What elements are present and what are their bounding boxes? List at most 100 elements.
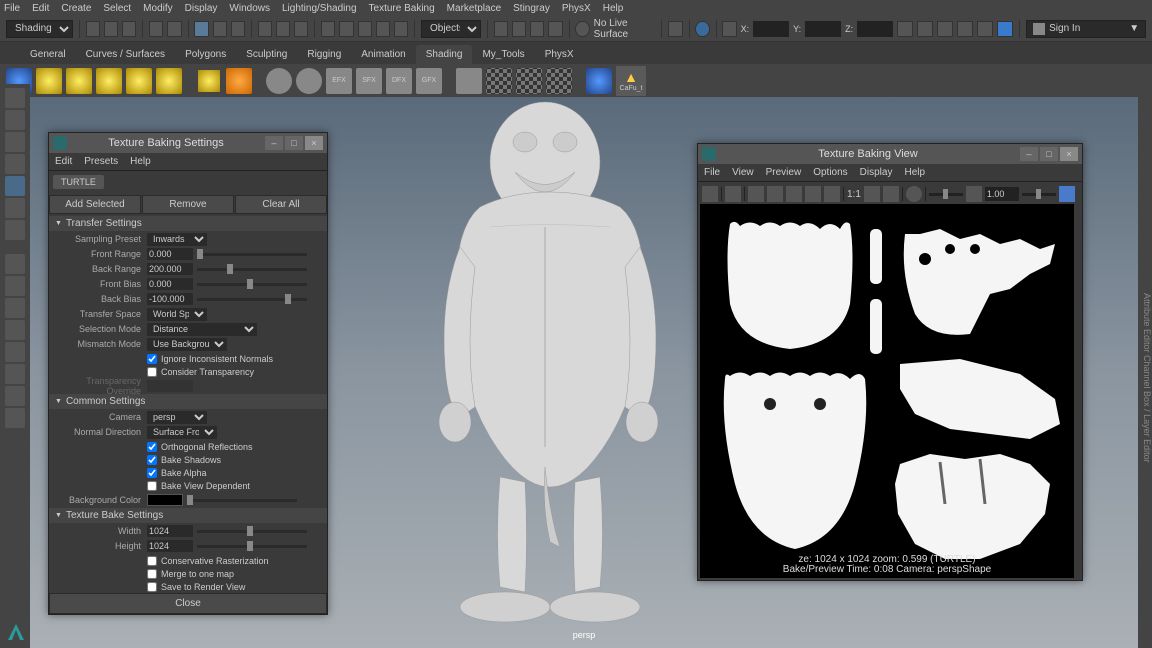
tab-rigging[interactable]: Rigging (297, 45, 351, 64)
menu-lighting[interactable]: Lighting/Shading (282, 3, 357, 14)
shelf-tex-1-icon[interactable] (486, 68, 512, 94)
settings-close-button[interactable]: × (305, 136, 323, 150)
back-range-slider[interactable] (197, 268, 307, 271)
live-surface-icon[interactable] (575, 21, 589, 37)
layout-icon-2[interactable] (917, 21, 933, 37)
save-scene-icon[interactable] (122, 21, 136, 37)
bview-cycle-icon[interactable] (906, 186, 922, 202)
ignore-normals-check[interactable] (147, 354, 157, 364)
construction-icon[interactable] (530, 21, 544, 37)
snap-grid-icon[interactable] (321, 21, 335, 37)
shelf-cafu-icon[interactable]: ▲ CaFu_t (616, 66, 646, 96)
layout-persp[interactable] (5, 386, 25, 406)
shelf-gfx-icon[interactable]: GFX (416, 68, 442, 94)
add-selected-button[interactable]: Add Selected (49, 195, 141, 214)
layout-icon-1[interactable] (897, 21, 913, 37)
rotate-icon[interactable] (276, 21, 290, 37)
snap-view-icon[interactable] (394, 21, 408, 37)
select-icon[interactable] (194, 21, 208, 37)
symmetry-selector[interactable]: Objects (421, 20, 481, 38)
back-range-input[interactable] (147, 263, 193, 275)
bview-save-icon[interactable] (702, 186, 718, 202)
bview-close-button[interactable]: × (1060, 147, 1078, 161)
transfer-space-select[interactable]: World Space (147, 308, 207, 321)
bview-last-icon[interactable] (1059, 186, 1075, 202)
bview-titlebar[interactable]: Texture Baking View – □ × (698, 144, 1082, 164)
snap-point-icon[interactable] (358, 21, 372, 37)
bview-l-icon[interactable] (824, 186, 840, 202)
shelf-light-7-icon[interactable] (226, 68, 252, 94)
shelf-tex-2-icon[interactable] (516, 68, 542, 94)
tool-move[interactable] (5, 132, 25, 152)
signin-button[interactable]: Sign In ▼ (1026, 20, 1146, 38)
menu-marketplace[interactable]: Marketplace (447, 3, 501, 14)
bview-gamma-icon[interactable] (966, 186, 982, 202)
shelf-tex-3-icon[interactable] (546, 68, 572, 94)
coord-z-input[interactable] (857, 21, 893, 37)
front-bias-input[interactable] (147, 278, 193, 290)
front-range-input[interactable] (147, 248, 193, 260)
layout-three[interactable] (5, 342, 25, 362)
menu-help[interactable]: Help (603, 3, 624, 14)
shelf-utility-icon[interactable] (586, 68, 612, 94)
view-dep-check[interactable] (147, 481, 157, 491)
bview-max-button[interactable]: □ (1040, 147, 1058, 161)
layout-icon-3[interactable] (937, 21, 953, 37)
menu-create[interactable]: Create (61, 3, 91, 14)
menu-display[interactable]: Display (185, 3, 218, 14)
bg-color-slider[interactable] (187, 499, 297, 502)
tool-last[interactable] (5, 198, 25, 218)
consider-transparency-check[interactable] (147, 367, 157, 377)
bview-canvas[interactable]: ze: 1024 x 1024 zoom: 0.599 (TURTLE) Bak… (700, 204, 1074, 578)
selection-mode-select[interactable]: Distance (147, 323, 257, 336)
bview-b-icon[interactable] (786, 186, 802, 202)
mismatch-mode-select[interactable]: Use Background (147, 338, 227, 351)
shelf-light-3-icon[interactable] (96, 68, 122, 94)
menu-physx[interactable]: PhysX (562, 3, 591, 14)
layout-icon-4[interactable] (957, 21, 973, 37)
height-slider[interactable] (197, 545, 307, 548)
scale-icon[interactable] (294, 21, 308, 37)
tab-shading[interactable]: Shading (416, 45, 473, 64)
bview-a-icon[interactable] (805, 186, 821, 202)
tab-mytools[interactable]: My_Tools (472, 45, 534, 64)
tab-physx[interactable]: PhysX (535, 45, 584, 64)
common-settings-section[interactable]: Common Settings (49, 394, 327, 409)
shelf-render-1-icon[interactable] (266, 68, 292, 94)
bview-menu-display[interactable]: Display (860, 167, 893, 178)
tab-general[interactable]: General (20, 45, 76, 64)
bview-g-icon[interactable] (767, 186, 783, 202)
shelf-light-6-icon[interactable] (196, 68, 222, 94)
tab-animation[interactable]: Animation (351, 45, 415, 64)
history-off-icon[interactable] (512, 21, 526, 37)
render-icon[interactable] (668, 21, 682, 37)
bview-menu-file[interactable]: File (704, 167, 720, 178)
menu-select[interactable]: Select (103, 3, 131, 14)
settings-menu-help[interactable]: Help (130, 156, 151, 167)
menu-texture-baking[interactable]: Texture Baking (369, 3, 435, 14)
tool-soft[interactable] (5, 220, 25, 240)
shelf-light-2-icon[interactable] (66, 68, 92, 94)
conservative-check[interactable] (147, 556, 157, 566)
engine-pill[interactable]: TURTLE (53, 175, 104, 189)
mode-selector[interactable]: Shading (6, 20, 73, 38)
layout-custom[interactable] (5, 408, 25, 428)
shelf-sfx-icon[interactable]: SFX (356, 68, 382, 94)
normal-dir-select[interactable]: Surface Front (147, 426, 217, 439)
bview-clapper-icon[interactable] (725, 186, 741, 202)
settings-min-button[interactable]: – (265, 136, 283, 150)
coord-y-input[interactable] (805, 21, 841, 37)
texture-bake-section[interactable]: Texture Bake Settings (49, 508, 327, 523)
front-bias-slider[interactable] (197, 283, 307, 286)
right-tab-strip[interactable]: Attribute Editor Channel Box / Layer Edi… (1138, 97, 1152, 648)
shelf-light-1-icon[interactable] (36, 68, 62, 94)
menu-windows[interactable]: Windows (229, 3, 270, 14)
paint-select-icon[interactable] (231, 21, 245, 37)
save-render-check[interactable] (147, 582, 157, 592)
menu-edit[interactable]: Edit (32, 3, 49, 14)
back-bias-slider[interactable] (197, 298, 307, 301)
new-scene-icon[interactable] (86, 21, 100, 37)
redo-icon[interactable] (167, 21, 181, 37)
shelf-light-5-icon[interactable] (156, 68, 182, 94)
open-scene-icon[interactable] (104, 21, 118, 37)
